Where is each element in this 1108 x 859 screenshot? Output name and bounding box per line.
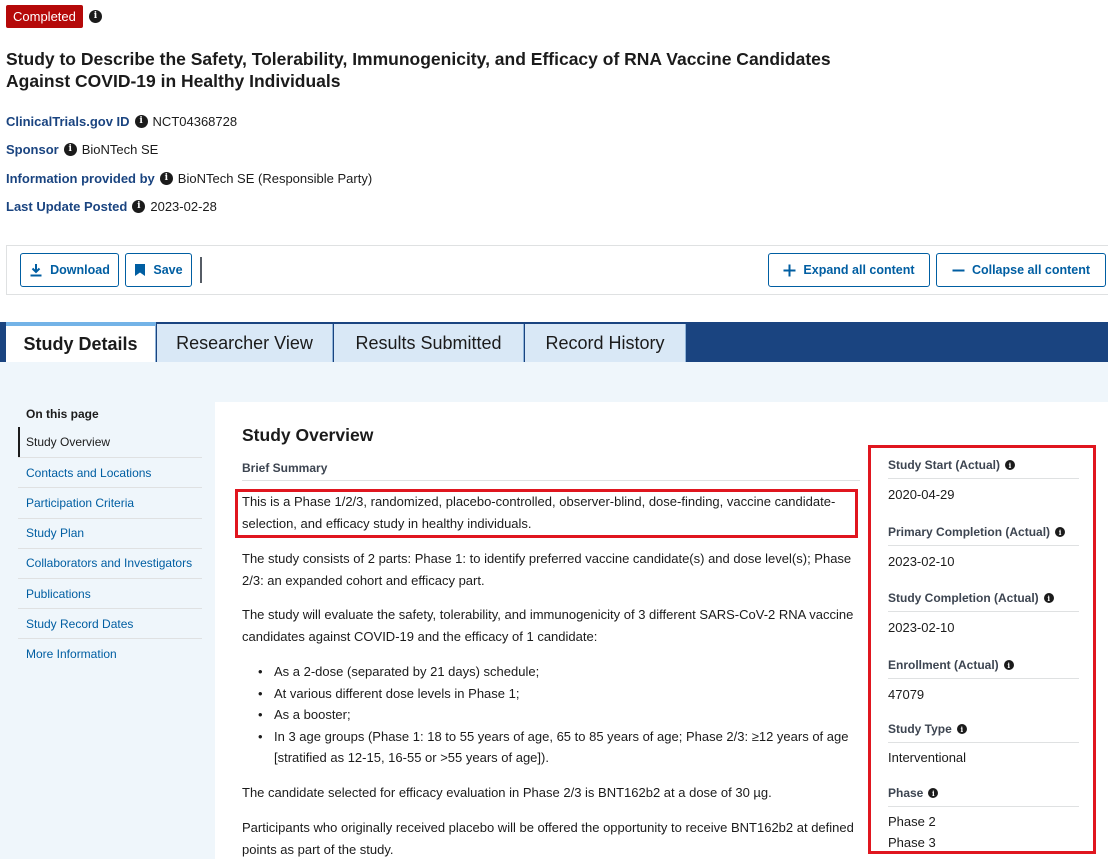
download-icon [29,263,43,277]
phase-value-1: Phase 2 [888,814,936,829]
list-item: In 3 age groups (Phase 1: 18 to 55 years… [258,726,864,769]
id-label: ClinicalTrials.gov ID [6,114,130,129]
section-title: Study Overview [242,425,374,445]
nav-item-more-info[interactable]: More Information [18,638,202,668]
nav-item-study-overview[interactable]: Study Overview [18,427,202,458]
download-label: Download [50,263,110,277]
title-line-2: Against COVID-19 in Healthy Individuals [6,71,341,91]
list-item: At various different dose levels in Phas… [258,683,864,705]
tab-bar: Study Details Researcher View Results Su… [0,322,1108,362]
nav-item-collaborators[interactable]: Collaborators and Investigators [18,547,202,578]
summary-paragraph-3: The study will evaluate the safety, tole… [242,607,854,644]
summary-paragraph-4: The candidate selected for efficacy eval… [242,785,772,800]
status-badge: Completed [6,5,83,28]
provided-value: BioNTech SE (Responsible Party) [177,171,373,186]
update-label: Last Update Posted [6,199,128,214]
info-icon[interactable]: i [132,200,146,213]
action-toolbar: Download Save Expand all content Collaps… [6,245,1108,295]
tab-researcher-view[interactable]: Researcher View [157,324,333,362]
expand-label: Expand all content [803,263,915,277]
study-completion-label-text: Study Completion (Actual) [888,591,1039,605]
meta-update-row: Last Update Posted i 2023-02-28 [6,199,217,214]
tab-record-history[interactable]: Record History [525,324,686,362]
study-completion-value: 2023-02-10 [888,620,955,635]
bookmark-icon [134,263,146,277]
update-value: 2023-02-28 [150,199,217,214]
expand-all-button[interactable]: Expand all content [768,253,930,287]
sponsor-value: BioNTech SE [81,142,159,157]
tab-results-submitted[interactable]: Results Submitted [334,324,524,362]
on-this-page-nav: On this page Study Overview Contacts and… [18,402,202,669]
nav-item-publications[interactable]: Publications [18,577,202,608]
study-start-label-text: Study Start (Actual) [888,458,1001,472]
list-item: As a booster; [258,704,864,726]
save-button[interactable]: Save [125,253,192,287]
info-icon[interactable]: i [1055,527,1066,537]
tab-study-details[interactable]: Study Details [6,322,156,362]
enrollment-label: Enrollment (Actual) i [888,658,1079,679]
info-icon[interactable]: i [1005,460,1016,470]
study-completion-label: Study Completion (Actual) i [888,591,1079,612]
page-title: Study to Describe the Safety, Tolerabili… [6,48,846,92]
primary-completion-label-text: Primary Completion (Actual) [888,525,1051,539]
nav-heading: On this page [26,407,99,421]
info-icon[interactable]: i [89,10,102,23]
provided-label: Information provided by [6,171,155,186]
plus-icon [783,264,796,277]
meta-sponsor-row: Sponsor i BioNTech SE [6,142,158,157]
summary-paragraph-1: This is a Phase 1/2/3, randomized, place… [242,494,836,531]
study-type-value: Interventional [888,750,967,765]
download-button[interactable]: Download [20,253,119,287]
info-icon[interactable]: i [1003,660,1014,670]
collapse-all-button[interactable]: Collapse all content [936,253,1106,287]
nav-item-study-plan[interactable]: Study Plan [18,517,202,548]
info-icon[interactable]: i [159,172,173,185]
enrollment-label-text: Enrollment (Actual) [888,658,999,672]
summary-paragraph-5: Participants who originally received pla… [242,820,854,857]
toolbar-divider [200,257,202,283]
collapse-label: Collapse all content [971,263,1091,277]
sponsor-label: Sponsor [6,142,59,157]
nav-item-participation[interactable]: Participation Criteria [18,487,202,517]
meta-id-row: ClinicalTrials.gov ID i NCT04368728 [6,114,237,129]
save-label: Save [153,263,183,277]
phase-value-2: Phase 3 [888,835,936,850]
phase-label-text: Phase [888,786,924,800]
id-value: NCT04368728 [152,114,238,129]
minus-icon [952,264,965,277]
summary-paragraph-2: The study consists of 2 parts: Phase 1: … [242,551,852,588]
list-item: As a 2-dose (separated by 21 days) sched… [258,661,864,683]
phase-label: Phase i [888,786,1079,807]
nav-item-record-dates[interactable]: Study Record Dates [18,608,202,638]
study-start-label: Study Start (Actual) i [888,458,1079,479]
info-icon[interactable]: i [63,143,77,156]
primary-completion-value: 2023-02-10 [888,554,955,569]
meta-provided-row: Information provided by i BioNTech SE (R… [6,171,372,186]
study-start-value: 2020-04-29 [888,487,955,502]
info-icon[interactable]: i [1043,593,1054,603]
nav-item-contacts[interactable]: Contacts and Locations [18,457,202,487]
title-line-1: Study to Describe the Safety, Tolerabili… [6,49,831,69]
info-icon[interactable]: i [134,115,148,128]
primary-completion-label: Primary Completion (Actual) i [888,525,1079,546]
study-type-label-text: Study Type [888,722,952,736]
study-type-label: Study Type i [888,722,1079,743]
info-icon[interactable]: i [928,788,939,798]
enrollment-value: 47079 [888,687,925,702]
info-icon[interactable]: i [956,724,967,734]
brief-summary-label: Brief Summary [242,461,860,481]
summary-bullet-list: As a 2-dose (separated by 21 days) sched… [258,661,864,769]
